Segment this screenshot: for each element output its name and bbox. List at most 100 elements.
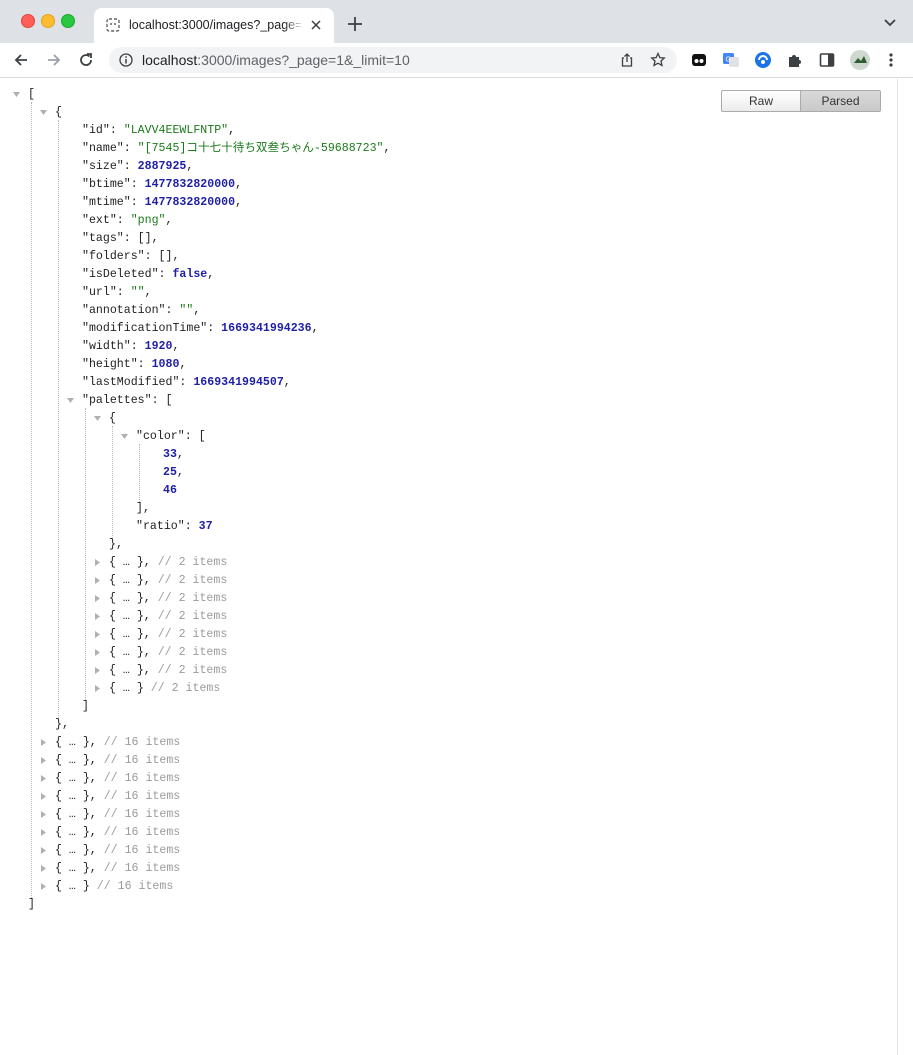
json-collapsed-palette: { … }, // 2 items bbox=[109, 556, 228, 569]
new-tab-icon[interactable] bbox=[346, 15, 364, 33]
json-array-value: 25, bbox=[163, 466, 184, 479]
indent-guide bbox=[31, 102, 32, 898]
json-collapsed-image: { … }, // 16 items bbox=[55, 844, 181, 857]
raw-view-button[interactable]: Raw bbox=[721, 90, 801, 112]
json-field: "width": 1920, bbox=[82, 340, 180, 353]
json-collapsed-image: { … }, // 16 items bbox=[55, 754, 181, 767]
collapsed-triangle-icon[interactable] bbox=[93, 612, 102, 621]
json-field: "size": 2887925, bbox=[82, 160, 194, 173]
url-path: :3000/images?_page=1&_limit=10 bbox=[197, 52, 410, 68]
json-array-value: 46 bbox=[163, 484, 177, 497]
collapsed-triangle-icon[interactable] bbox=[39, 864, 48, 873]
json-collapsed-image: { … }, // 16 items bbox=[55, 862, 181, 875]
address-bar[interactable]: localhost:3000/images?_page=1&_limit=10 bbox=[109, 47, 677, 73]
json-collapsed-image: { … }, // 16 items bbox=[55, 790, 181, 803]
page-favicon-icon bbox=[106, 18, 120, 32]
collapsed-triangle-icon[interactable] bbox=[93, 594, 102, 603]
json-collapsed-image: { … }, // 16 items bbox=[55, 826, 181, 839]
json-field: "ext": "png", bbox=[82, 214, 173, 227]
expand-triangle-open-icon[interactable] bbox=[12, 90, 21, 99]
profile-avatar-icon[interactable] bbox=[850, 50, 870, 70]
json-field: "lastModified": 1669341994507, bbox=[82, 376, 291, 389]
tab-strip: localhost:3000/images?_page=1&_limit=10 bbox=[0, 0, 913, 43]
json-collapsed-palette: { … }, // 2 items bbox=[109, 664, 228, 677]
tab-title: localhost:3000/images?_page=1&_limit=10 bbox=[129, 18, 301, 32]
json-field: "name": "[7545]コ十七十待ち双叁ちゃん-59688723", bbox=[82, 142, 391, 155]
expand-triangle-open-icon[interactable] bbox=[66, 396, 75, 405]
json-array-close: ], bbox=[136, 502, 150, 515]
json-field: "annotation": "", bbox=[82, 304, 201, 317]
chevron-down-icon[interactable] bbox=[883, 18, 897, 28]
back-arrow-icon[interactable] bbox=[12, 51, 30, 69]
collapsed-triangle-icon[interactable] bbox=[93, 648, 102, 657]
maximize-window-button[interactable] bbox=[61, 14, 75, 28]
json-viewer-page: Raw Parsed [{"id": "LAVV4EEWLFNTP", "name… bbox=[0, 78, 897, 1055]
json-collapsed-palette: { … }, // 2 items bbox=[109, 592, 228, 605]
json-field: "tags": [], bbox=[82, 232, 159, 245]
browser-extension-icon[interactable] bbox=[754, 51, 772, 69]
collapsed-triangle-icon[interactable] bbox=[93, 558, 102, 567]
json-field: "modificationTime": 1669341994236, bbox=[82, 322, 319, 335]
json-field: "id": "LAVV4EEWLFNTP", bbox=[82, 124, 236, 137]
collapsed-triangle-icon[interactable] bbox=[39, 792, 48, 801]
extension-tabs-icon[interactable] bbox=[690, 51, 708, 69]
json-object-close: }, bbox=[55, 718, 69, 731]
json-collapsed-palette: { … }, // 2 items bbox=[109, 610, 228, 623]
forward-arrow-icon[interactable] bbox=[45, 51, 63, 69]
side-panel-icon[interactable] bbox=[818, 51, 836, 69]
expand-triangle-open-icon[interactable] bbox=[93, 414, 102, 423]
json-collapsed-palette: { … }, // 2 items bbox=[109, 628, 228, 641]
collapsed-triangle-icon[interactable] bbox=[39, 738, 48, 747]
parsed-view-button[interactable]: Parsed bbox=[801, 90, 881, 112]
extensions-puzzle-icon[interactable] bbox=[786, 51, 804, 69]
collapsed-triangle-icon[interactable] bbox=[93, 576, 102, 585]
svg-text:G: G bbox=[726, 57, 731, 64]
tab-title-fade bbox=[284, 14, 304, 36]
json-collapsed-image: { … } // 16 items bbox=[55, 880, 174, 893]
indent-guide bbox=[85, 408, 86, 700]
json-field: "btime": 1477832820000, bbox=[82, 178, 243, 191]
google-translate-icon[interactable]: G bbox=[722, 51, 740, 69]
collapsed-triangle-icon[interactable] bbox=[39, 810, 48, 819]
collapsed-triangle-icon[interactable] bbox=[39, 846, 48, 855]
minimize-window-button[interactable] bbox=[41, 14, 55, 28]
json-field: "isDeleted": false, bbox=[82, 268, 215, 281]
reload-icon[interactable] bbox=[77, 51, 95, 69]
json-field: "url": "", bbox=[82, 286, 152, 299]
scrollbar[interactable] bbox=[897, 78, 913, 1055]
collapsed-triangle-icon[interactable] bbox=[93, 684, 102, 693]
json-field-ratio: "ratio": 37 bbox=[136, 520, 213, 533]
collapsed-triangle-icon[interactable] bbox=[93, 666, 102, 675]
json-collapsed-palette: { … }, // 2 items bbox=[109, 646, 228, 659]
browser-tab[interactable]: localhost:3000/images?_page=1&_limit=10 bbox=[94, 8, 334, 43]
json-field: "height": 1080, bbox=[82, 358, 187, 371]
collapsed-triangle-icon[interactable] bbox=[39, 774, 48, 783]
close-window-button[interactable] bbox=[21, 14, 35, 28]
json-collapsed-palette: { … } // 2 items bbox=[109, 682, 221, 695]
bookmark-star-icon[interactable] bbox=[650, 52, 666, 68]
collapsed-triangle-icon[interactable] bbox=[39, 882, 48, 891]
json-collapsed-image: { … }, // 16 items bbox=[55, 808, 181, 821]
indent-guide bbox=[58, 120, 59, 718]
menu-kebab-icon[interactable] bbox=[884, 51, 898, 69]
json-collapsed-image: { … }, // 16 items bbox=[55, 736, 181, 749]
json-collapsed-image: { … }, // 16 items bbox=[55, 772, 181, 785]
json-collapsed-palette: { … }, // 2 items bbox=[109, 574, 228, 587]
tab-close-icon[interactable] bbox=[309, 18, 323, 32]
collapsed-triangle-icon[interactable] bbox=[93, 630, 102, 639]
view-toggle: Raw Parsed bbox=[721, 90, 881, 112]
collapsed-triangle-icon[interactable] bbox=[39, 756, 48, 765]
expand-triangle-open-icon[interactable] bbox=[120, 432, 129, 441]
collapsed-triangle-icon[interactable] bbox=[39, 828, 48, 837]
site-info-icon[interactable] bbox=[119, 53, 133, 67]
indent-guide bbox=[112, 426, 113, 538]
json-array-close: ] bbox=[82, 700, 89, 713]
expand-triangle-open-icon[interactable] bbox=[39, 108, 48, 117]
url-host: localhost bbox=[142, 52, 198, 68]
json-palette-close: }, bbox=[109, 538, 123, 551]
json-array-value: 33, bbox=[163, 448, 184, 461]
share-icon[interactable] bbox=[619, 52, 635, 68]
json-root-close: ] bbox=[28, 898, 35, 911]
json-field-palettes: "palettes": [ bbox=[82, 394, 173, 407]
url-text: localhost:3000/images?_page=1&_limit=10 bbox=[142, 52, 410, 68]
